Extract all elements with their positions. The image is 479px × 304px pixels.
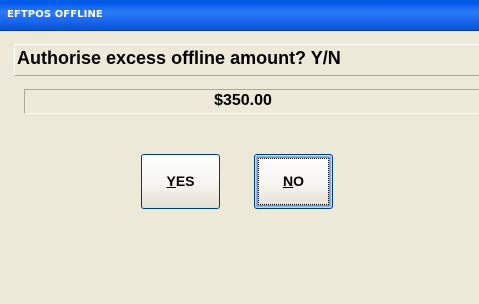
yes-label-rest: ES (175, 173, 195, 189)
no-button[interactable]: NO (254, 154, 333, 209)
amount-panel: $350.00 (24, 89, 479, 114)
title-bar[interactable]: EFTPOS OFFLINE (0, 0, 479, 31)
yes-mnemonic: Y (166, 173, 176, 189)
yes-button-label: YES (166, 173, 194, 189)
question-panel: Authorise excess offline amount? Y/N (14, 44, 479, 76)
no-label-rest: O (293, 173, 304, 189)
yes-button[interactable]: YES (141, 154, 220, 209)
no-button-label: NO (283, 173, 304, 189)
window-title: EFTPOS OFFLINE (7, 9, 103, 20)
no-mnemonic: N (282, 173, 294, 189)
question-text: Authorise excess offline amount? Y/N (17, 48, 341, 68)
eftpos-offline-window: EFTPOS OFFLINE Authorise excess offline … (0, 0, 479, 304)
amount-value: $350.00 (214, 92, 272, 109)
